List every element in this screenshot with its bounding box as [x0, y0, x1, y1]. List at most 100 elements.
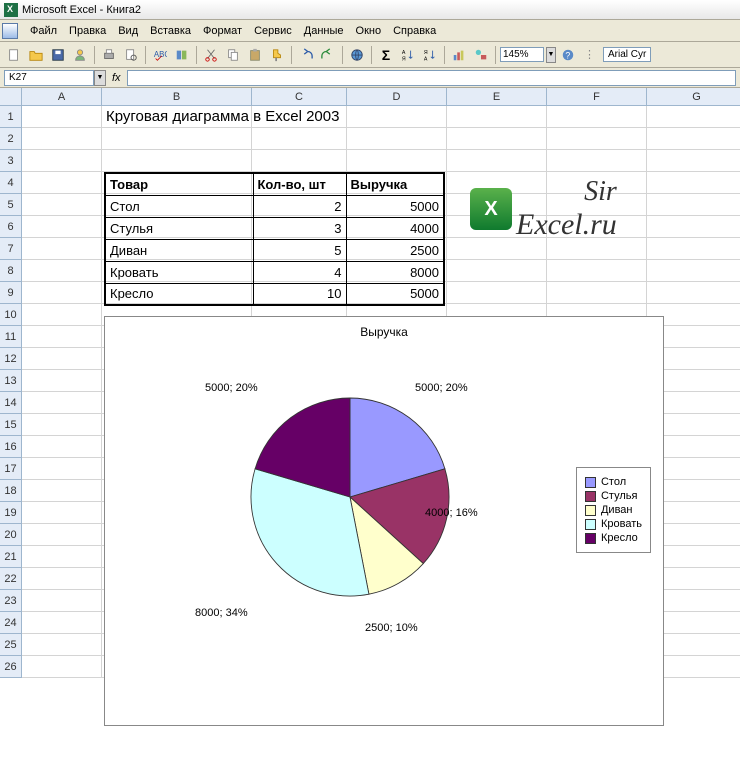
spelling-icon[interactable]: ABC — [150, 45, 170, 65]
research-icon[interactable] — [172, 45, 192, 65]
cell[interactable] — [447, 150, 547, 172]
name-box[interactable]: K27 — [4, 70, 94, 86]
row-header-10[interactable]: 10 — [0, 304, 22, 326]
table-cell[interactable]: 5 — [253, 239, 346, 261]
cell[interactable] — [252, 150, 347, 172]
menu-data[interactable]: Данные — [298, 23, 350, 39]
pie-chart[interactable]: Выручка 5000; 20% 4000; 16% 2500; 10% 80… — [104, 316, 664, 726]
table-header-product[interactable]: Товар — [105, 173, 253, 195]
table-cell[interactable]: Кресло — [105, 283, 253, 305]
cell[interactable] — [647, 282, 740, 304]
new-icon[interactable] — [4, 45, 24, 65]
cell[interactable] — [647, 150, 740, 172]
cell[interactable] — [447, 106, 547, 128]
paste-icon[interactable] — [245, 45, 265, 65]
col-header-B[interactable]: B — [102, 88, 252, 106]
cell[interactable] — [22, 260, 102, 282]
row-header-25[interactable]: 25 — [0, 634, 22, 656]
cell[interactable] — [22, 634, 102, 656]
autosum-icon[interactable]: Σ — [376, 45, 396, 65]
select-all-corner[interactable] — [0, 88, 22, 106]
permission-icon[interactable] — [70, 45, 90, 65]
table-cell[interactable]: Кровать — [105, 261, 253, 283]
cell[interactable] — [447, 128, 547, 150]
row-header-15[interactable]: 15 — [0, 414, 22, 436]
table-cell[interactable]: 2 — [253, 195, 346, 217]
cell[interactable] — [547, 260, 647, 282]
cell[interactable] — [22, 458, 102, 480]
document-icon[interactable] — [2, 23, 18, 39]
cell[interactable] — [547, 128, 647, 150]
cell[interactable] — [22, 480, 102, 502]
row-header-13[interactable]: 13 — [0, 370, 22, 392]
save-icon[interactable] — [48, 45, 68, 65]
table-cell[interactable]: 4 — [253, 261, 346, 283]
font-selector[interactable]: Arial Cyr — [603, 47, 651, 62]
redo-icon[interactable] — [318, 45, 338, 65]
cell[interactable] — [447, 260, 547, 282]
cell[interactable] — [347, 106, 447, 128]
cell[interactable] — [22, 238, 102, 260]
menu-tools[interactable]: Сервис — [248, 23, 298, 39]
cell[interactable] — [22, 612, 102, 634]
open-icon[interactable] — [26, 45, 46, 65]
data-table[interactable]: Товар Кол-во, шт Выручка Стол25000 Стуль… — [104, 172, 445, 306]
format-painter-icon[interactable] — [267, 45, 287, 65]
row-header-8[interactable]: 8 — [0, 260, 22, 282]
row-header-17[interactable]: 17 — [0, 458, 22, 480]
col-header-C[interactable]: C — [252, 88, 347, 106]
col-header-A[interactable]: A — [22, 88, 102, 106]
table-cell[interactable]: Диван — [105, 239, 253, 261]
cell[interactable] — [252, 128, 347, 150]
cell[interactable] — [22, 150, 102, 172]
print-icon[interactable] — [99, 45, 119, 65]
cell[interactable] — [22, 128, 102, 150]
row-header-20[interactable]: 20 — [0, 524, 22, 546]
cell[interactable] — [22, 172, 102, 194]
cell[interactable] — [447, 282, 547, 304]
row-header-23[interactable]: 23 — [0, 590, 22, 612]
col-header-E[interactable]: E — [447, 88, 547, 106]
cell[interactable] — [22, 216, 102, 238]
row-header-19[interactable]: 19 — [0, 502, 22, 524]
zoom-box[interactable]: 145% — [500, 47, 544, 62]
cell[interactable] — [22, 392, 102, 414]
cell[interactable] — [22, 282, 102, 304]
row-header-22[interactable]: 22 — [0, 568, 22, 590]
table-cell[interactable]: Стулья — [105, 217, 253, 239]
row-header-12[interactable]: 12 — [0, 348, 22, 370]
table-header-qty[interactable]: Кол-во, шт — [253, 173, 346, 195]
col-header-D[interactable]: D — [347, 88, 447, 106]
row-header-18[interactable]: 18 — [0, 480, 22, 502]
table-cell[interactable]: 3 — [253, 217, 346, 239]
table-cell[interactable]: 4000 — [346, 217, 444, 239]
table-cell[interactable]: Стол — [105, 195, 253, 217]
cell[interactable] — [22, 414, 102, 436]
sort-desc-icon[interactable]: ЯА — [420, 45, 440, 65]
menu-window[interactable]: Окно — [350, 23, 388, 39]
cell[interactable] — [102, 128, 252, 150]
cell[interactable] — [647, 106, 740, 128]
cell[interactable] — [22, 194, 102, 216]
cell[interactable] — [22, 304, 102, 326]
cell[interactable] — [647, 128, 740, 150]
table-cell[interactable]: 5000 — [346, 195, 444, 217]
cell[interactable] — [22, 106, 102, 128]
table-header-revenue[interactable]: Выручка — [346, 173, 444, 195]
table-cell[interactable]: 5000 — [346, 283, 444, 305]
row-header-7[interactable]: 7 — [0, 238, 22, 260]
preview-icon[interactable] — [121, 45, 141, 65]
cell[interactable] — [22, 656, 102, 678]
row-header-4[interactable]: 4 — [0, 172, 22, 194]
cell[interactable] — [102, 150, 252, 172]
row-header-9[interactable]: 9 — [0, 282, 22, 304]
cell[interactable] — [22, 590, 102, 612]
sheet-title-cell[interactable]: Круговая диаграмма в Excel 2003 — [106, 108, 339, 125]
help-icon[interactable]: ? — [558, 45, 578, 65]
cell[interactable] — [547, 150, 647, 172]
menu-format[interactable]: Формат — [197, 23, 248, 39]
row-header-16[interactable]: 16 — [0, 436, 22, 458]
col-header-F[interactable]: F — [547, 88, 647, 106]
row-header-14[interactable]: 14 — [0, 392, 22, 414]
row-header-2[interactable]: 2 — [0, 128, 22, 150]
